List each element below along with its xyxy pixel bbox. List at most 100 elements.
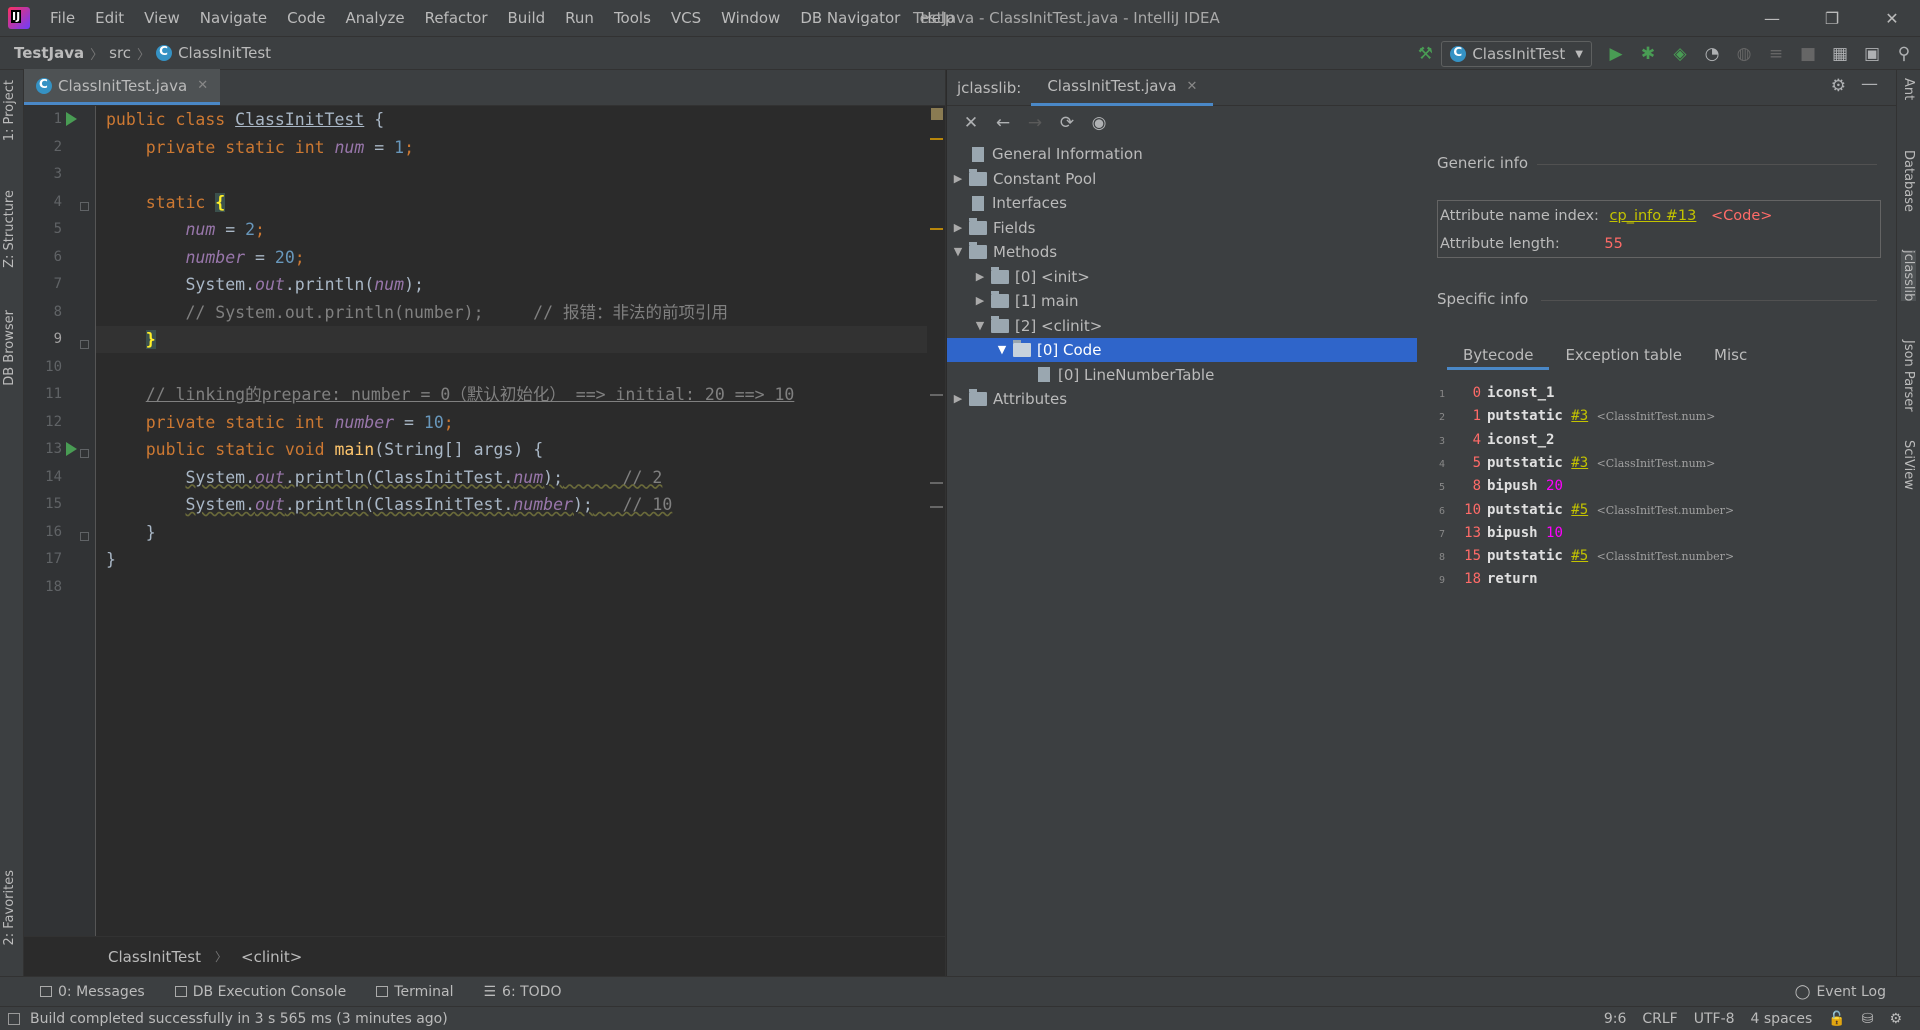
tool-event-log[interactable]: ◯ Event Log <box>1779 984 1900 1000</box>
tool-tab-db-browser[interactable]: DB Browser <box>2 310 17 386</box>
collapse-arrow-icon[interactable]: ▼ <box>973 314 987 338</box>
restore-icon[interactable]: ❐ <box>1804 0 1860 36</box>
menu-refactor[interactable]: Refactor <box>415 0 498 36</box>
minimize-icon[interactable]: — <box>1744 0 1800 36</box>
close-tab-icon[interactable]: ✕ <box>197 78 208 93</box>
tool-messages[interactable]: 0: Messages <box>24 984 159 1000</box>
indent-setting[interactable]: 4 spaces <box>1743 1011 1821 1027</box>
tool-tab-sciview[interactable]: SciView <box>1901 440 1916 490</box>
settings-gear-icon[interactable]: ⚙ <box>1831 76 1846 96</box>
tab-exception-table[interactable]: Exception table <box>1549 340 1698 370</box>
menu-tools[interactable]: Tools <box>604 0 661 36</box>
tool-tab-json-parser[interactable]: Json Parser <box>1901 340 1916 412</box>
cp-info-link[interactable]: cp_info #13 <box>1610 208 1697 224</box>
fold-icon[interactable] <box>80 449 89 458</box>
tree-node-interfaces[interactable]: Interfaces <box>951 191 1067 215</box>
warning-marker[interactable] <box>930 228 943 230</box>
bytecode-cp-link[interactable]: #3 <box>1571 408 1588 424</box>
menu-db-navigator[interactable]: DB Navigator <box>790 0 910 36</box>
tool-tab-jclasslib[interactable]: jclasslib <box>1901 250 1916 302</box>
tree-node-fields[interactable]: ▶ Fields <box>951 216 1035 240</box>
collapse-arrow-icon[interactable]: ▼ <box>951 240 965 264</box>
jclasslib-tab-classinittest[interactable]: ClassInitTest.java ✕ <box>1031 69 1214 106</box>
menu-file[interactable]: File <box>40 0 85 36</box>
step-icon[interactable]: ≡ <box>1760 38 1792 70</box>
close-tab-icon[interactable]: ✕ <box>1187 79 1198 94</box>
debug-icon[interactable]: ✱ <box>1632 38 1664 70</box>
warning-marker[interactable] <box>930 482 943 484</box>
close-window-icon[interactable]: ✕ <box>1864 0 1920 36</box>
expand-arrow-icon[interactable]: ▶ <box>973 265 987 289</box>
search-icon[interactable]: ⚲ <box>1888 38 1920 70</box>
menu-window[interactable]: Window <box>711 0 790 36</box>
tree-node-attributes[interactable]: ▶ Attributes <box>951 387 1067 411</box>
line-separator[interactable]: CRLF <box>1634 1011 1685 1027</box>
breadcrumb-project[interactable]: TestJava <box>0 44 90 62</box>
tree-node-code-selected[interactable]: ▼ [0] Code <box>947 338 1417 362</box>
window-layout-icon[interactable]: ▣ <box>1856 38 1888 70</box>
status-message[interactable]: Build completed successfully in 3 s 565 … <box>30 1011 448 1027</box>
menu-vcs[interactable]: VCS <box>661 0 711 36</box>
inspection-status-icon[interactable] <box>931 108 943 120</box>
bytecode-cp-link[interactable]: #5 <box>1571 548 1588 564</box>
collapse-arrow-icon[interactable]: ▼ <box>995 338 1009 362</box>
run-gutter-icon[interactable] <box>66 442 77 456</box>
caret-position[interactable]: 9:6 <box>1596 1011 1635 1027</box>
stop-icon[interactable]: ■ <box>1792 38 1824 70</box>
editor-breadcrumb-method[interactable]: <clinit> <box>241 948 302 966</box>
tree-node-general-information[interactable]: General Information <box>951 142 1143 166</box>
breadcrumb-file[interactable]: ClassInitTest <box>150 44 277 62</box>
tool-tab-ant[interactable]: Ant <box>1901 78 1916 100</box>
expand-arrow-icon[interactable]: ▶ <box>973 289 987 313</box>
file-encoding[interactable]: UTF-8 <box>1686 1011 1743 1027</box>
warning-marker[interactable] <box>930 394 943 396</box>
memory-indicator-icon[interactable]: ⚙ <box>1881 1011 1910 1027</box>
expand-arrow-icon[interactable]: ▶ <box>951 387 965 411</box>
menu-code[interactable]: Code <box>277 0 335 36</box>
tree-node-method-init[interactable]: ▶ [0] <init> <box>973 265 1090 289</box>
fold-icon[interactable] <box>80 532 89 541</box>
hide-panel-icon[interactable]: — <box>1861 74 1878 94</box>
tool-tab-database[interactable]: Database <box>1901 150 1916 212</box>
editor-error-stripe[interactable] <box>927 106 945 936</box>
fold-icon[interactable] <box>80 202 89 211</box>
forward-arrow-icon[interactable]: → <box>1019 109 1051 137</box>
tree-node-method-main[interactable]: ▶ [1] main <box>973 289 1079 313</box>
expand-arrow-icon[interactable]: ▶ <box>951 167 965 191</box>
status-square-icon[interactable] <box>8 1012 20 1025</box>
project-structure-icon[interactable]: ▦ <box>1824 38 1856 70</box>
tool-terminal[interactable]: Terminal <box>360 984 467 1000</box>
tree-node-constant-pool[interactable]: ▶ Constant Pool <box>951 167 1096 191</box>
close-icon[interactable]: ✕ <box>955 109 987 137</box>
warning-marker[interactable] <box>930 506 943 508</box>
profile-icon[interactable]: ◔ <box>1696 38 1728 70</box>
coverage-icon[interactable]: ◈ <box>1664 38 1696 70</box>
tree-node-line-number-table[interactable]: [0] LineNumberTable <box>1035 363 1214 387</box>
tool-tab-project[interactable]: 1: Project <box>2 80 17 141</box>
tree-node-method-clinit[interactable]: ▼ [2] <clinit> <box>973 314 1102 338</box>
menu-navigate[interactable]: Navigate <box>190 0 277 36</box>
git-icon[interactable]: ⛁ <box>1854 1011 1882 1027</box>
menu-view[interactable]: View <box>134 0 190 36</box>
warning-marker[interactable] <box>930 138 943 140</box>
breadcrumb-src[interactable]: src <box>103 44 137 62</box>
refresh-icon[interactable]: ⟳ <box>1051 109 1083 137</box>
tree-node-methods[interactable]: ▼ Methods <box>951 240 1057 264</box>
editor-tab-classinittest[interactable]: ClassInitTest.java ✕ <box>24 69 221 105</box>
lock-icon[interactable]: 🔓 <box>1820 1011 1853 1027</box>
code-area[interactable]: public class ClassInitTest { private sta… <box>96 106 927 936</box>
menu-run[interactable]: Run <box>555 0 604 36</box>
expand-arrow-icon[interactable]: ▶ <box>951 216 965 240</box>
tool-tab-structure[interactable]: Z: Structure <box>2 190 17 268</box>
menu-analyze[interactable]: Analyze <box>335 0 414 36</box>
bytecode-cp-link[interactable]: #3 <box>1571 455 1588 471</box>
tool-db-console[interactable]: DB Execution Console <box>159 984 361 1000</box>
bytecode-cp-link[interactable]: #5 <box>1571 502 1588 518</box>
run-gutter-icon[interactable] <box>66 112 77 126</box>
editor-breadcrumb-class[interactable]: ClassInitTest <box>108 948 201 966</box>
tab-misc[interactable]: Misc <box>1698 340 1763 370</box>
fold-icon[interactable] <box>80 340 89 349</box>
tool-todo[interactable]: ☰ 6: TODO <box>467 984 575 1000</box>
run-icon[interactable]: ▶ <box>1600 38 1632 70</box>
menu-edit[interactable]: Edit <box>85 0 134 36</box>
